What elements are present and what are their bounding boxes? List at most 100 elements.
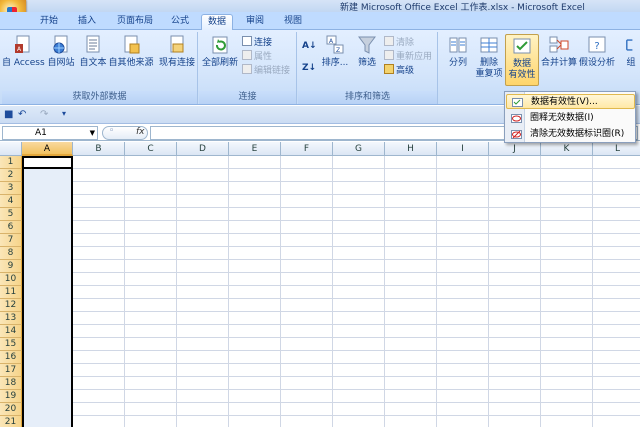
row-header-14[interactable]: 14 — [0, 325, 22, 338]
data-validation-button[interactable]: 数据 有效性 — [505, 34, 539, 86]
row-header-6[interactable]: 6 — [0, 221, 22, 234]
clear-icon — [384, 36, 394, 46]
row-header-12[interactable]: 12 — [0, 299, 22, 312]
row-header-16[interactable]: 16 — [0, 351, 22, 364]
consolidate-button[interactable]: 合并计算 — [541, 34, 577, 69]
grid-line — [228, 156, 229, 427]
menu-item-data-validation[interactable]: 数据有效性(V)... — [506, 94, 635, 109]
row-header-7[interactable]: 7 — [0, 234, 22, 247]
tab-data[interactable]: 数据 — [201, 14, 233, 30]
row-header-9[interactable]: 9 — [0, 260, 22, 273]
from-other-sources-button[interactable]: 自其他来源 — [108, 34, 154, 69]
clear-circles-icon — [511, 130, 522, 139]
column-header-a[interactable]: A — [22, 142, 73, 156]
tab-view[interactable]: 视图 — [276, 14, 310, 30]
selected-column-a[interactable] — [22, 156, 73, 427]
active-cell[interactable] — [22, 156, 73, 169]
row-header-15[interactable]: 15 — [0, 338, 22, 351]
insert-function-button[interactable]: ◦ fx — [102, 126, 148, 140]
sort-desc-button[interactable]: Z↓ — [302, 62, 316, 75]
column-header-l[interactable]: L — [593, 142, 640, 156]
edit-links-button[interactable]: 编辑链接 — [242, 64, 290, 77]
text-to-columns-button[interactable]: 分列 — [443, 34, 473, 69]
properties-label: 属性 — [254, 52, 273, 62]
row-header-18[interactable]: 18 — [0, 377, 22, 390]
column-header-h[interactable]: H — [385, 142, 437, 156]
tab-review[interactable]: 审阅 — [238, 14, 272, 30]
sort-asc-icon: A↓ — [302, 41, 317, 51]
column-header-f[interactable]: F — [281, 142, 333, 156]
row-header-11[interactable]: 11 — [0, 286, 22, 299]
circle-invalid-icon — [511, 114, 522, 123]
from-web-button[interactable]: 自网站 — [46, 34, 76, 69]
sort-asc-button[interactable]: A↓ — [302, 40, 317, 53]
chevron-down-icon[interactable]: ▼ — [90, 127, 95, 139]
refresh-all-button[interactable]: 全部刷新 — [201, 34, 239, 69]
advanced-filter-label: 高级 — [396, 66, 415, 76]
tab-page-layout[interactable]: 页面布局 — [108, 14, 162, 30]
connections-icon — [242, 36, 252, 46]
refresh-icon — [212, 36, 228, 54]
text-to-columns-icon — [449, 37, 467, 53]
data-validation-icon — [513, 38, 531, 54]
worksheet-grid[interactable]: ABCDEFGHIJKL 1 2 3 4 5 6 7 8 9 10 11 12 13 14 15 16 17 18… — [0, 142, 640, 427]
sort-button[interactable]: AZ 排序... — [320, 34, 350, 69]
redo-icon[interactable]: ↷ — [40, 109, 48, 120]
undo-icon[interactable]: ↶ — [18, 109, 26, 120]
advanced-filter-button[interactable]: 高级 — [384, 64, 414, 77]
row-header-4[interactable]: 4 — [0, 195, 22, 208]
row-header-2[interactable]: 2 — [0, 169, 22, 182]
tab-insert[interactable]: 插入 — [70, 14, 104, 30]
filter-button[interactable]: 筛选 — [354, 34, 380, 69]
column-header-e[interactable]: E — [229, 142, 281, 156]
text-file-icon — [86, 35, 100, 53]
row-header-13[interactable]: 13 — [0, 312, 22, 325]
column-header-b[interactable]: B — [73, 142, 125, 156]
name-box[interactable]: A1 ▼ — [2, 126, 98, 140]
reapply-button[interactable]: 重新应用 — [384, 50, 432, 63]
row-header-21[interactable]: 21 — [0, 416, 22, 427]
tab-home[interactable]: 开始 — [32, 14, 66, 30]
grid-line — [540, 156, 541, 427]
edit-links-icon — [242, 64, 252, 74]
group-label-external-data: 获取外部数据 — [2, 91, 197, 104]
select-all-corner[interactable] — [0, 142, 22, 156]
menu-item-clear-validation-circles[interactable]: 清除无效数据标识圈(R) — [506, 127, 635, 142]
customize-qat-icon[interactable]: ▾ — [62, 109, 66, 118]
row-header-19[interactable]: 19 — [0, 390, 22, 403]
data-validation-icon — [512, 98, 523, 107]
group-external-data: A 自 Access 自网站 自文本 自其他来源 现有连接 获取外部数据 — [2, 32, 198, 104]
what-if-analysis-button[interactable]: ? 假设分析 — [578, 34, 616, 69]
column-header-d[interactable]: D — [177, 142, 229, 156]
reapply-label: 重新应用 — [396, 52, 433, 62]
remove-duplicates-button[interactable]: 删除 重复项 — [474, 34, 504, 80]
row-header-20[interactable]: 20 — [0, 403, 22, 416]
column-header-k[interactable]: K — [541, 142, 593, 156]
existing-connections-button[interactable]: 现有连接 — [158, 34, 196, 69]
properties-button[interactable]: 属性 — [242, 50, 272, 63]
row-header-10[interactable]: 10 — [0, 273, 22, 286]
save-icon[interactable]: ■ — [4, 109, 13, 120]
cell-area[interactable] — [22, 156, 640, 427]
from-access-button[interactable]: A 自 Access — [2, 34, 45, 69]
consolidate-icon — [549, 36, 569, 53]
from-text-button[interactable]: 自文本 — [78, 34, 108, 69]
group-outline-button[interactable]: 组 — [623, 34, 639, 69]
connections-button[interactable]: 连接 — [242, 36, 272, 49]
column-header-c[interactable]: C — [125, 142, 177, 156]
row-header-5[interactable]: 5 — [0, 208, 22, 221]
menu-item-circle-invalid[interactable]: 圈释无效数据(I) — [506, 111, 635, 126]
column-header-g[interactable]: G — [333, 142, 385, 156]
column-header-i[interactable]: I — [437, 142, 489, 156]
column-header-j[interactable]: J — [489, 142, 541, 156]
from-access-label: 自 Access — [2, 58, 45, 68]
name-box-value: A1 — [35, 128, 47, 138]
row-header-1[interactable]: 1 — [0, 156, 22, 169]
clear-filter-button[interactable]: 清除 — [384, 36, 414, 49]
row-header-8[interactable]: 8 — [0, 247, 22, 260]
tab-formulas[interactable]: 公式 — [164, 14, 196, 30]
group-sort-filter: A↓ Z↓ AZ 排序... 筛选 清除 重新应用 高级 排序和筛选 — [298, 32, 438, 104]
row-header-3[interactable]: 3 — [0, 182, 22, 195]
text-to-columns-label: 分列 — [448, 58, 467, 68]
row-header-17[interactable]: 17 — [0, 364, 22, 377]
